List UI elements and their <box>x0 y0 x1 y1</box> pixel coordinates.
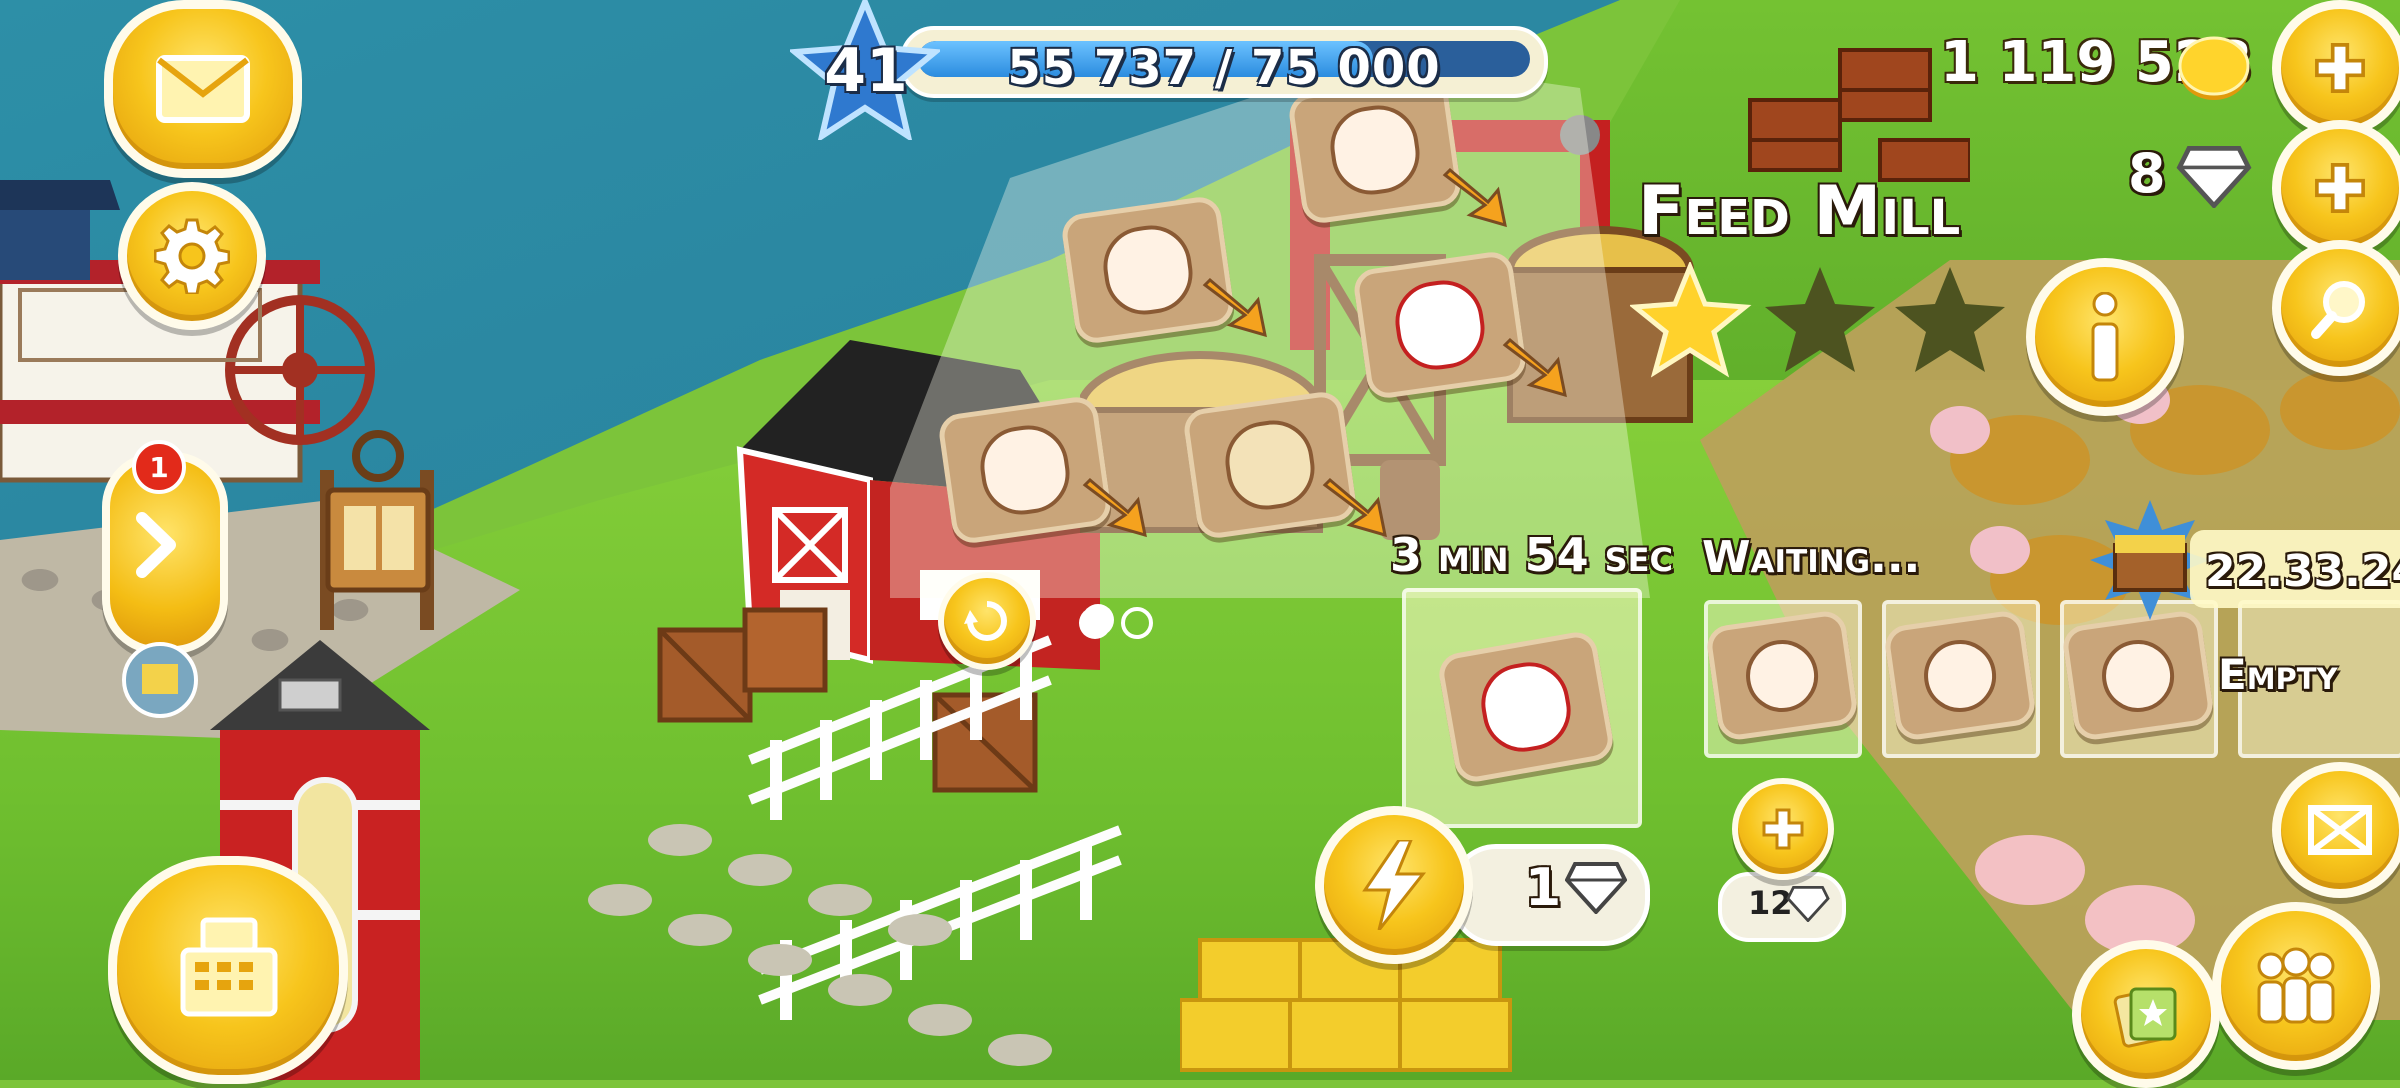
queued-chicken-feed <box>1435 629 1617 785</box>
pig-icon <box>1919 634 2001 717</box>
stone-path <box>588 824 1052 1066</box>
shop-button[interactable] <box>108 856 348 1084</box>
building-stars <box>1630 262 2005 378</box>
queued-pig-feed <box>1704 608 1860 743</box>
buy-gems-button[interactable] <box>2272 120 2400 256</box>
wood-planks <box>1748 48 1970 182</box>
rotate-icon <box>964 601 1007 641</box>
chicken-icon <box>1475 656 1577 758</box>
queued-pig-feed <box>1882 608 2038 743</box>
cards-button[interactable] <box>2072 940 2220 1088</box>
lightning-icon <box>1362 840 1427 930</box>
pig-icon <box>1325 100 1425 200</box>
gear-icon <box>154 218 230 294</box>
info-icon <box>2091 292 2119 382</box>
waiting-label: Waiting... <box>1702 532 1921 583</box>
empty-label: Empty <box>2218 650 2338 699</box>
envelope-icon <box>156 55 250 123</box>
pig-icon <box>1741 634 1823 717</box>
search-button[interactable] <box>2272 240 2400 376</box>
cards-icon <box>2113 987 2177 1048</box>
friends-button[interactable] <box>2212 902 2380 1070</box>
star-empty-icon <box>1765 267 1875 372</box>
friends-icon <box>2257 947 2335 1024</box>
xp-bar[interactable]: 55 737 / 75 000 41 <box>790 0 1550 140</box>
chest-countdown: 22.33.24 <box>2205 546 2400 597</box>
queue-slot-active[interactable] <box>1402 588 1642 828</box>
queued-pig-feed <box>2060 608 2216 743</box>
chevron-right-icon <box>136 512 176 578</box>
pig-icon <box>2097 634 2179 717</box>
star-empty-icon <box>1895 267 2005 372</box>
pigs[interactable] <box>1950 780 2250 980</box>
arrow-icon <box>1082 477 1147 538</box>
star-filled-icon <box>1630 262 1752 378</box>
page-dots <box>1079 607 1153 639</box>
diamond-icon <box>1786 886 1830 922</box>
cash-register-icon <box>180 917 278 1017</box>
coin-icon <box>2178 36 2250 100</box>
buy-coins-button[interactable] <box>2272 0 2400 136</box>
gem-count: 8 <box>2128 142 2166 205</box>
queue-slot[interactable] <box>2060 600 2218 758</box>
xp-track: 55 737 / 75 000 <box>900 26 1548 98</box>
arrow-icon <box>1442 167 1507 228</box>
sheep-icon <box>1098 220 1198 320</box>
production-timer: 3 min 54 sec <box>1390 528 1673 582</box>
settings-button[interactable] <box>118 182 266 330</box>
puzzle-icon[interactable] <box>120 640 200 720</box>
chicken-icon <box>1390 275 1490 375</box>
arrow-icon <box>1322 477 1387 538</box>
mail-button[interactable] <box>104 0 302 178</box>
plus-icon <box>2315 43 2365 93</box>
player-level: 41 <box>824 36 908 106</box>
magnifier-icon <box>2311 281 2365 339</box>
goat-icon <box>975 420 1075 520</box>
speed-up-cost: 1 <box>1525 858 1562 918</box>
arrow-icon <box>1502 337 1567 398</box>
plus-icon <box>1762 808 1804 850</box>
rotate-button[interactable] <box>938 572 1036 670</box>
notification-badge: 1 <box>132 440 186 494</box>
diamond-icon <box>2176 146 2252 208</box>
diamond-icon <box>1565 862 1627 914</box>
arrow-icon <box>1202 277 1267 338</box>
expand-button[interactable] <box>2272 762 2400 898</box>
xp-text: 55 737 / 75 000 <box>1007 40 1441 96</box>
cow-icon <box>1220 415 1320 515</box>
queue-slot[interactable] <box>1882 600 2040 758</box>
info-button[interactable] <box>2026 258 2184 416</box>
dock-sign[interactable] <box>300 430 460 630</box>
queue-slot[interactable] <box>1704 600 1862 758</box>
plus-icon <box>2315 163 2365 213</box>
expand-arrows-icon <box>2308 805 2372 855</box>
speed-up-button[interactable] <box>1315 806 1473 964</box>
add-slot-button[interactable] <box>1732 778 1834 880</box>
